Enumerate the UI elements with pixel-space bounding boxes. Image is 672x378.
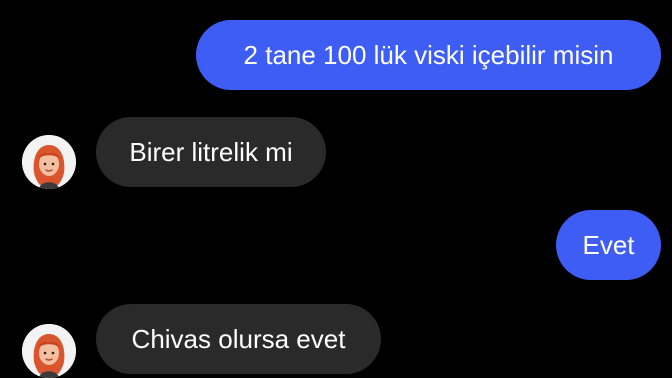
memoji-avatar-icon-graphic — [22, 324, 76, 378]
memoji-avatar-icon[interactable] — [22, 324, 76, 378]
message-text: 2 tane 100 lük viski içebilir misin — [243, 40, 614, 70]
outgoing-message-bubble[interactable]: 2 tane 100 lük viski içebilir misin — [196, 20, 661, 90]
incoming-message-bubble[interactable]: Chivas olursa evet — [96, 304, 381, 374]
incoming-message-bubble[interactable]: Birer litrelik mi — [96, 117, 326, 187]
message-text: Chivas olursa evet — [131, 324, 346, 354]
memoji-avatar-icon[interactable] — [22, 135, 76, 189]
message-text: Birer litrelik mi — [129, 137, 293, 167]
message-text: Evet — [582, 230, 635, 260]
outgoing-message-bubble[interactable]: Evet — [556, 210, 661, 280]
message-thread: 2 tane 100 lük viski içebilir misin Bire… — [0, 0, 672, 378]
memoji-avatar-icon-graphic — [22, 135, 76, 189]
